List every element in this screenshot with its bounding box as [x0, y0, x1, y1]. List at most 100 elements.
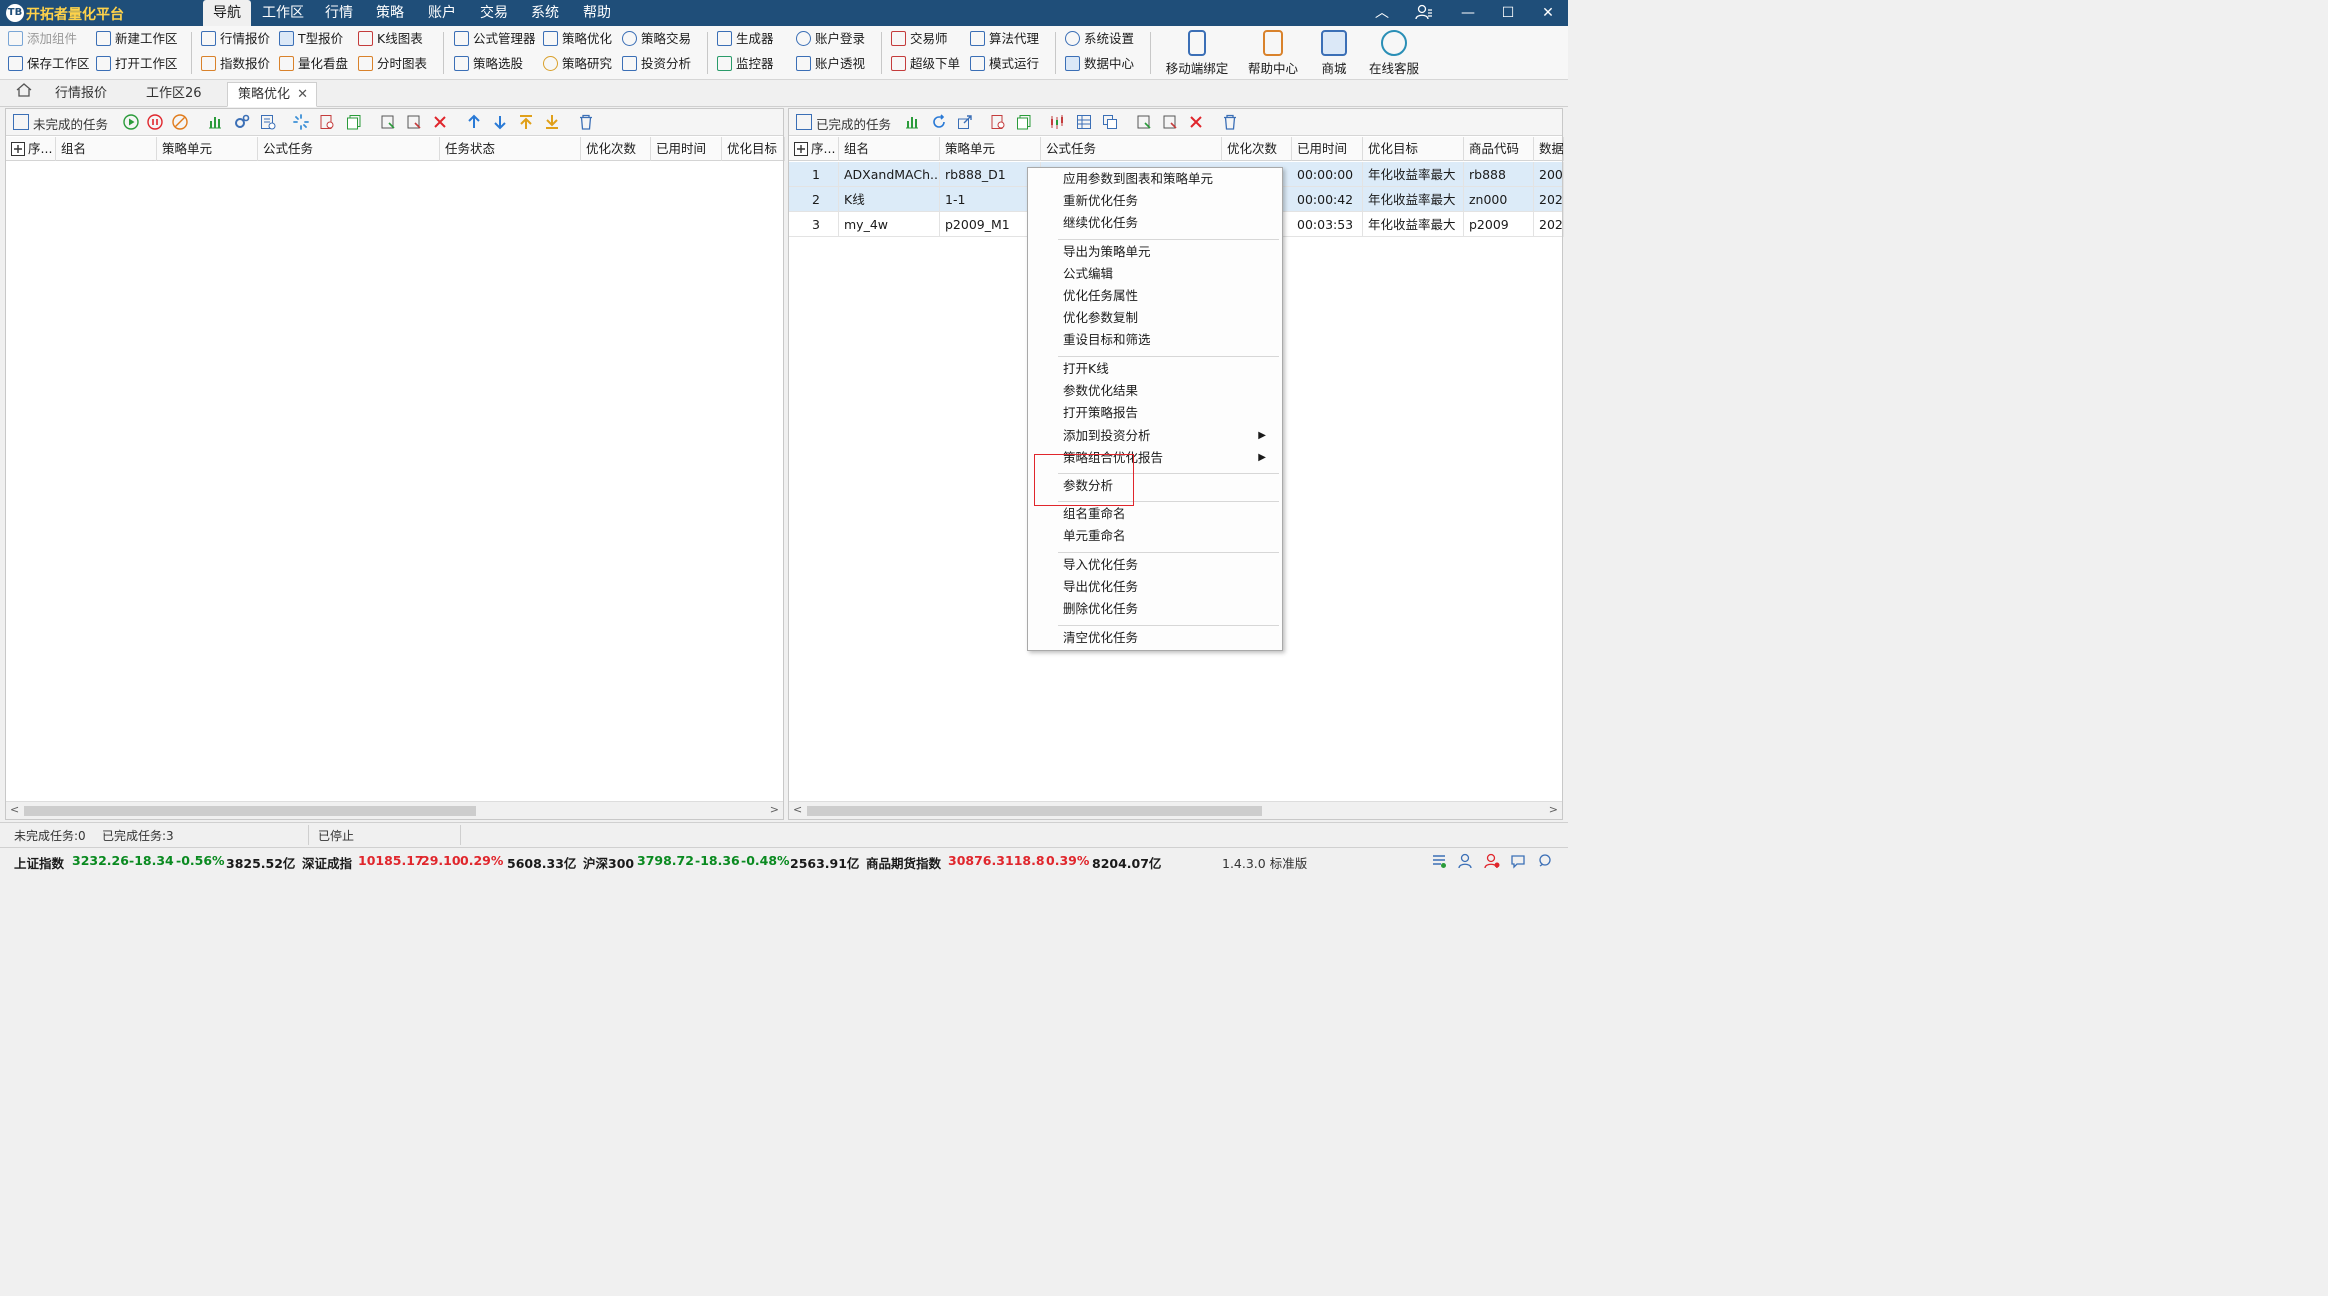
move-top-icon[interactable]: [518, 114, 534, 130]
move-bottom-icon[interactable]: [544, 114, 560, 130]
report-icon[interactable]: [990, 114, 1006, 130]
scroll-left-icon[interactable]: <: [10, 803, 19, 816]
bar-chart-icon[interactable]: [904, 114, 920, 130]
bar-chart-icon[interactable]: [207, 114, 223, 130]
candlestick-icon[interactable]: [1049, 114, 1065, 130]
report-icon[interactable]: [319, 114, 335, 130]
index-name[interactable]: 商品期货指数: [866, 853, 941, 872]
stop-icon[interactable]: [172, 114, 188, 130]
export-icon[interactable]: [1136, 114, 1152, 130]
account-login-button[interactable]: 账户登录: [796, 29, 865, 49]
col-status[interactable]: 任务状态: [440, 137, 581, 161]
new-workspace-button[interactable]: 新建工作区: [96, 29, 178, 49]
scroll-right-icon[interactable]: >: [1549, 803, 1558, 816]
menu-rename-unit[interactable]: 单元重命名: [1063, 525, 1126, 547]
col-formula[interactable]: 公式任务: [258, 137, 440, 161]
menu-delete-tasks[interactable]: 删除优化任务: [1063, 598, 1138, 620]
horizontal-scrollbar[interactable]: < >: [789, 801, 1562, 819]
menu-clear-tasks[interactable]: 清空优化任务: [1063, 627, 1138, 649]
col-group[interactable]: 组名: [56, 137, 157, 161]
menu-export-unit[interactable]: 导出为策略单元: [1063, 241, 1151, 263]
user-settings-icon[interactable]: [1402, 0, 1446, 26]
col-data[interactable]: 数据: [1534, 137, 1564, 161]
scroll-thumb[interactable]: [807, 806, 1262, 816]
menu-opt-results[interactable]: 参数优化结果: [1063, 380, 1138, 402]
scroll-thumb[interactable]: [24, 806, 476, 816]
strategy-trade-button[interactable]: 策略交易: [622, 29, 691, 49]
user-status-icon[interactable]: [1458, 853, 1474, 869]
trash-icon[interactable]: [578, 114, 594, 130]
algo-agent-button[interactable]: 算法代理: [970, 29, 1039, 49]
message-icon[interactable]: [1510, 853, 1526, 869]
menu-workspace[interactable]: 工作区: [252, 0, 314, 26]
start-icon[interactable]: [123, 114, 139, 130]
expand-all-icon[interactable]: [794, 142, 808, 156]
refresh-icon[interactable]: [931, 114, 947, 130]
generator-button[interactable]: 生成器: [717, 29, 774, 49]
tab-workspace26[interactable]: 工作区26: [136, 82, 212, 107]
move-down-icon[interactable]: [492, 114, 508, 130]
col-target[interactable]: 优化目标: [722, 137, 785, 161]
param-settings-icon[interactable]: [260, 114, 276, 130]
menu-market[interactable]: 行情: [315, 0, 363, 26]
menu-help[interactable]: 帮助: [573, 0, 621, 26]
user-alert-icon[interactable]: [1484, 853, 1500, 869]
trader-button[interactable]: 交易师: [891, 29, 948, 49]
menu-reoptimize[interactable]: 重新优化任务: [1063, 190, 1138, 212]
close-window-icon[interactable]: ✕: [1526, 0, 1570, 26]
menu-export-tasks[interactable]: 导出优化任务: [1063, 576, 1138, 598]
menu-open-report[interactable]: 打开策略报告: [1063, 402, 1138, 424]
col-unit[interactable]: 策略单元: [940, 137, 1041, 161]
export-share-icon[interactable]: [957, 114, 973, 130]
scroll-left-icon[interactable]: <: [793, 803, 802, 816]
table-icon[interactable]: [1076, 114, 1092, 130]
col-group[interactable]: 组名: [839, 137, 940, 161]
add-widget-button[interactable]: 添加组件: [8, 29, 77, 49]
index-quote-button[interactable]: 指数报价: [201, 54, 270, 74]
menu-formula-edit[interactable]: 公式编辑: [1063, 263, 1113, 285]
col-elapsed[interactable]: 已用时间: [651, 137, 722, 161]
copy-icon[interactable]: [346, 114, 362, 130]
duplicate-icon[interactable]: [1102, 114, 1118, 130]
collapse-ribbon-icon[interactable]: ︿: [1360, 0, 1404, 26]
timeshare-chart-button[interactable]: 分时图表: [358, 54, 427, 74]
import-icon[interactable]: [1162, 114, 1178, 130]
maximize-icon[interactable]: ☐: [1486, 0, 1530, 26]
menu-apply-params[interactable]: 应用参数到图表和策略单元: [1063, 168, 1213, 190]
close-tab-icon[interactable]: ✕: [297, 83, 308, 107]
menu-account[interactable]: 账户: [418, 0, 466, 26]
move-up-icon[interactable]: [466, 114, 482, 130]
menu-system[interactable]: 系统: [521, 0, 569, 26]
quote-board-button[interactable]: 行情报价: [201, 29, 270, 49]
menu-open-kline[interactable]: 打开K线: [1063, 358, 1109, 380]
open-workspace-button[interactable]: 打开工作区: [96, 54, 178, 74]
super-order-button[interactable]: 超级下单: [891, 54, 960, 74]
menu-nav[interactable]: 导航: [203, 0, 251, 26]
system-settings-button[interactable]: 系统设置: [1065, 29, 1134, 49]
col-formula[interactable]: 公式任务: [1041, 137, 1222, 161]
trash-icon[interactable]: [1222, 114, 1238, 130]
expand-all-icon[interactable]: [11, 142, 25, 156]
tab-strategy-optimize[interactable]: 策略优化 ✕: [227, 82, 317, 107]
col-unit[interactable]: 策略单元: [157, 137, 258, 161]
save-workspace-button[interactable]: 保存工作区: [8, 54, 90, 74]
monitor-button[interactable]: 监控器: [717, 54, 774, 74]
menu-add-to-analysis[interactable]: 添加到投资分析 ▶: [1063, 425, 1278, 447]
index-name[interactable]: 深证成指: [302, 853, 352, 872]
t-quote-button[interactable]: T型报价: [279, 29, 343, 49]
formula-manager-button[interactable]: 公式管理器: [454, 29, 536, 49]
mode-run-button[interactable]: 模式运行: [970, 54, 1039, 74]
tab-quote-board[interactable]: 行情报价: [45, 82, 117, 107]
strategy-optimize-button[interactable]: 策略优化: [543, 29, 612, 49]
invest-analysis-button[interactable]: 投资分析: [622, 54, 691, 74]
mobile-bind-button[interactable]: 移动端绑定: [1161, 28, 1233, 78]
col-symbol[interactable]: 商品代码: [1464, 137, 1534, 161]
home-tab[interactable]: [6, 82, 42, 107]
copy-icon[interactable]: [1016, 114, 1032, 130]
online-service-button[interactable]: 在线客服: [1358, 28, 1430, 78]
menu-reset-target[interactable]: 重设目标和筛选: [1063, 329, 1151, 351]
menu-rename-group[interactable]: 组名重命名: [1063, 503, 1126, 525]
scroll-right-icon[interactable]: >: [770, 803, 779, 816]
index-name[interactable]: 上证指数: [14, 853, 64, 872]
menu-trade[interactable]: 交易: [470, 0, 518, 26]
